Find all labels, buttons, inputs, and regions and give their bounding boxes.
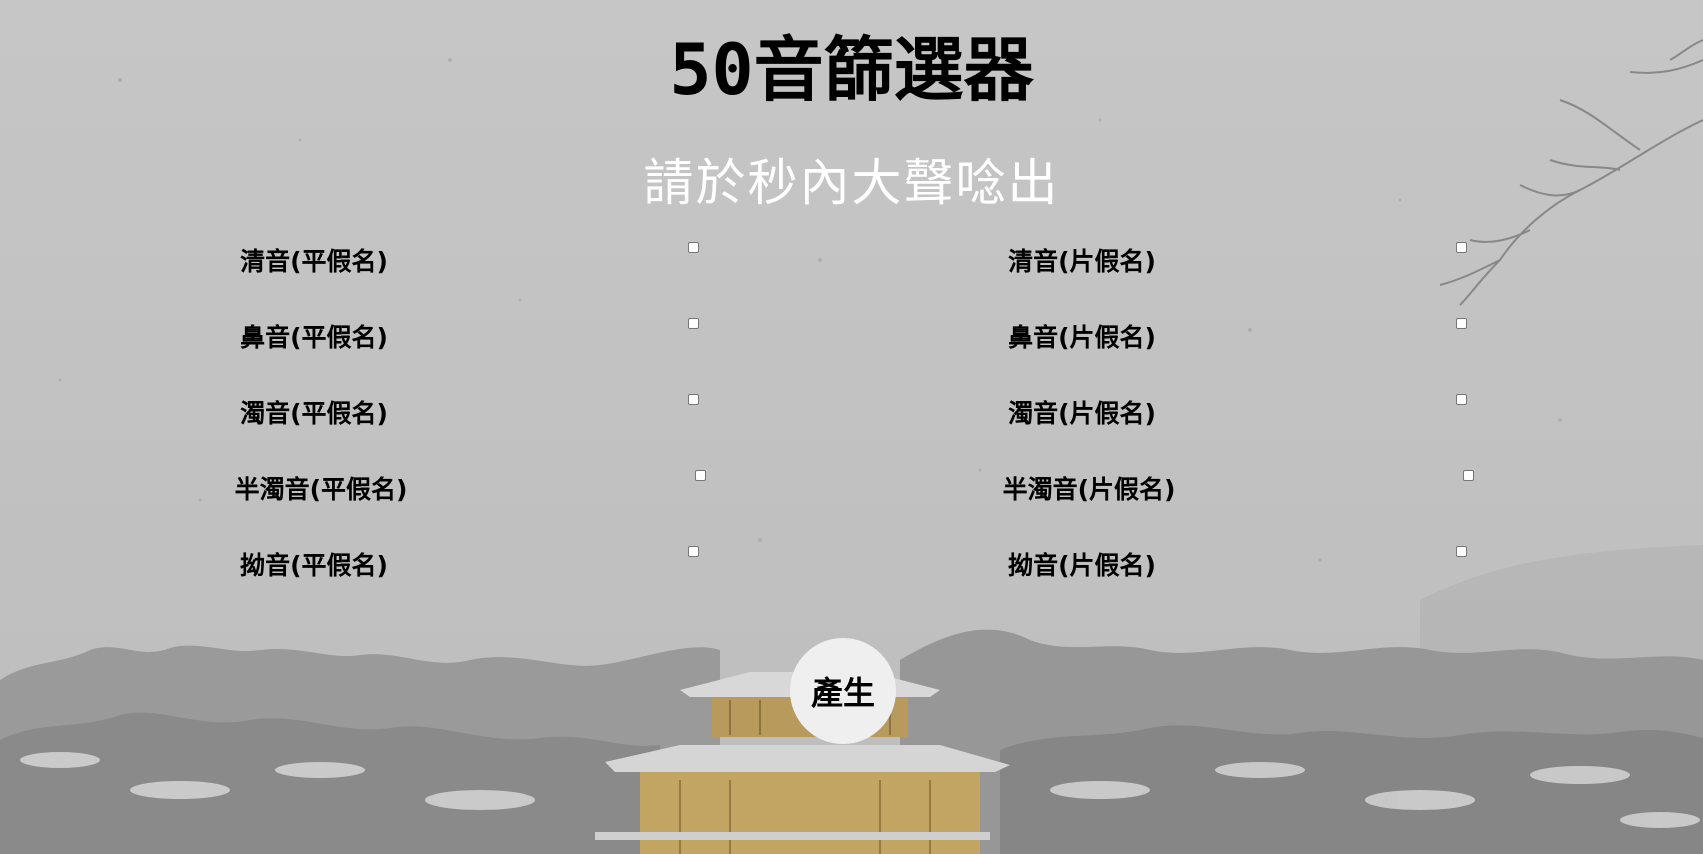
checkbox-bion-hiragana[interactable] <box>688 318 699 329</box>
option-label-youon-katakana: 拗音(片假名) <box>1008 551 1156 580</box>
generate-button[interactable]: 產生 <box>790 638 896 744</box>
option-label-dakuon-hiragana: 濁音(平假名) <box>240 399 388 428</box>
checkbox-handakuon-hiragana[interactable] <box>695 470 706 481</box>
page-subtitle: 請於秒內大聲唸出 <box>643 154 1060 212</box>
page-title: 50音篩選器 <box>669 29 1034 111</box>
checkbox-dakuon-hiragana[interactable] <box>688 394 699 405</box>
checkbox-handakuon-katakana[interactable] <box>1463 470 1474 481</box>
option-label-seion-katakana: 清音(片假名) <box>1008 247 1156 276</box>
option-label-bion-hiragana: 鼻音(平假名) <box>240 323 388 352</box>
checkbox-seion-katakana[interactable] <box>1456 242 1467 253</box>
checkbox-youon-katakana[interactable] <box>1456 546 1467 557</box>
checkbox-bion-katakana[interactable] <box>1456 318 1467 329</box>
option-label-bion-katakana: 鼻音(片假名) <box>1008 323 1156 352</box>
checkbox-dakuon-katakana[interactable] <box>1456 394 1467 405</box>
option-label-youon-hiragana: 拗音(平假名) <box>240 551 388 580</box>
option-label-handakuon-hiragana: 半濁音(平假名) <box>234 475 408 504</box>
checkbox-youon-hiragana[interactable] <box>688 546 699 557</box>
option-label-handakuon-katakana: 半濁音(片假名) <box>1002 475 1176 504</box>
option-label-seion-hiragana: 清音(平假名) <box>240 247 388 276</box>
checkbox-seion-hiragana[interactable] <box>688 242 699 253</box>
option-label-dakuon-katakana: 濁音(片假名) <box>1008 399 1156 428</box>
